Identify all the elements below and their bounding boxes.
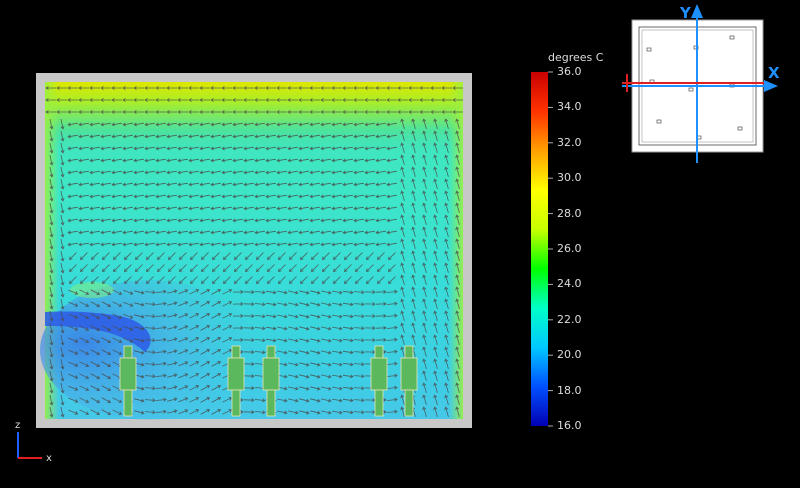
plan-view-inset: Y X (622, 4, 780, 163)
colorbar-tick-label: 30.0 (557, 171, 582, 185)
cold-supply-plume (40, 280, 260, 420)
colorbar-strip (531, 72, 548, 426)
z-axis-label: z (15, 420, 20, 431)
colorbar-title: degrees C (548, 51, 604, 64)
room-section-view (36, 73, 472, 428)
colorbar-tick-label: 28.0 (557, 206, 582, 220)
colorbar-tick-label: 24.0 (557, 277, 582, 291)
colorbar-tick-label: 26.0 (557, 242, 582, 255)
plan-y-axis-label: Y (679, 4, 692, 22)
x-axis-label: x (46, 453, 52, 464)
colorbar-tick-label: 18.0 (557, 383, 582, 397)
colorbar-tick-label: 32.0 (557, 135, 582, 149)
colorbar-tick-label: 16.0 (557, 419, 582, 432)
colorbar-tick-label: 22.0 (557, 312, 582, 326)
colorbar-tick-label: 20.0 (557, 348, 582, 362)
cfd-viewport[interactable]: z x Y X (0, 0, 800, 488)
colorbar-tick-marks (548, 71, 553, 427)
plan-y-axis-arrow-icon (691, 4, 703, 18)
colorbar-tick-label: 36.0 (557, 65, 582, 78)
plan-x-axis-label: X (768, 64, 780, 82)
colorbar (531, 71, 553, 427)
colorbar-tick-label: 34.0 (557, 100, 582, 114)
